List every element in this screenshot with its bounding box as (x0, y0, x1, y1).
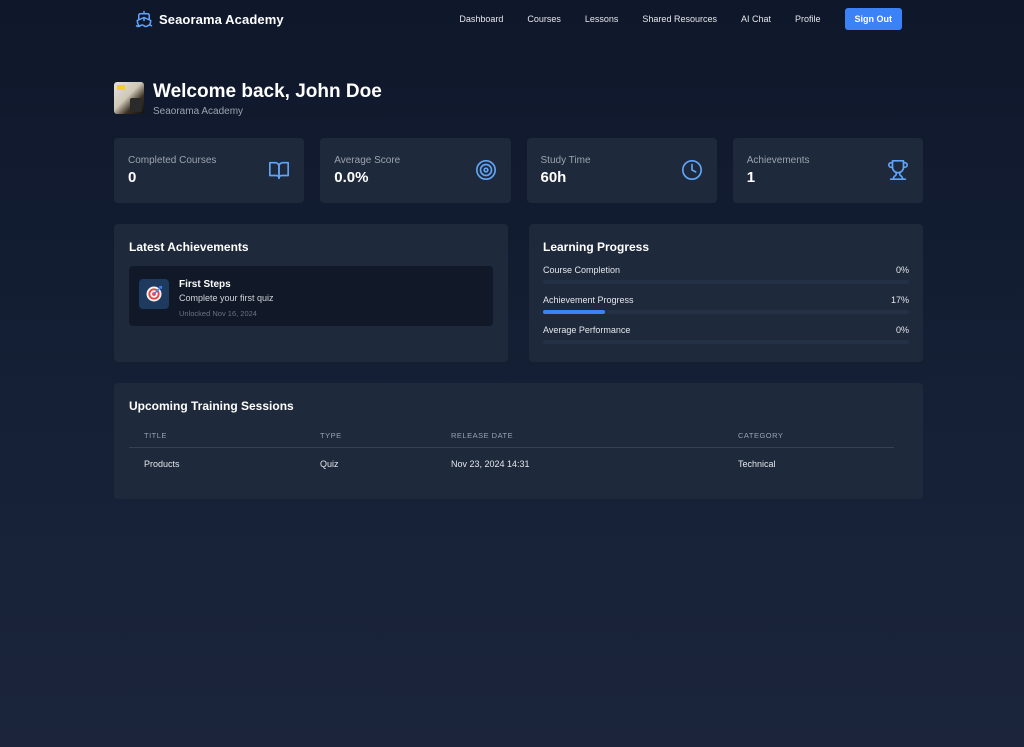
achievement-date: Unlocked Nov 16, 2024 (179, 309, 257, 318)
upcoming-sessions-panel: Upcoming Training Sessions TITLE TYPE RE… (114, 383, 923, 499)
progress-value: 17% (890, 295, 909, 305)
nav-link-dashboard[interactable]: Dashboard (459, 14, 503, 24)
navbar: Seaorama Academy Dashboard Courses Lesso… (0, 0, 1024, 38)
stat-value: 60h (540, 169, 567, 186)
cell-type: Quiz (320, 459, 339, 469)
achievement-description: Complete your first quiz (179, 293, 274, 303)
column-header-title[interactable]: TITLE (129, 431, 305, 448)
nav-link-courses[interactable]: Courses (527, 14, 561, 24)
stat-card-study-time: Study Time 60h (526, 138, 717, 203)
page-title: Welcome back, John Doe (153, 81, 382, 102)
stats-row: Completed Courses 0 Average Score 0.0% S… (114, 138, 923, 203)
ship-logo-icon (135, 10, 153, 28)
panel-title: Latest Achievements (129, 240, 249, 254)
cell-release-date: Nov 23, 2024 14:31 (451, 459, 530, 469)
column-header-category[interactable]: CATEGORY (723, 431, 894, 448)
panel-title: Upcoming Training Sessions (129, 399, 294, 413)
stat-value: 0.0% (334, 169, 369, 186)
clock-icon (681, 160, 702, 180)
stat-label: Average Score (334, 155, 401, 166)
target-icon (475, 160, 496, 180)
achievement-name: First Steps (179, 279, 231, 290)
progress-track (543, 340, 909, 344)
progress-row-course-completion: Course Completion 0% (543, 265, 909, 284)
table-header-row: TITLE TYPE RELEASE DATE CATEGORY (129, 431, 894, 448)
latest-achievements-panel: Latest Achievements First Steps Complete… (114, 224, 508, 362)
nav-link-ai-chat[interactable]: AI Chat (741, 14, 771, 24)
column-header-type[interactable]: TYPE (305, 431, 436, 448)
stat-label: Study Time (540, 155, 591, 166)
progress-label: Course Completion (543, 265, 621, 275)
progress-row-average-performance: Average Performance 0% (543, 325, 909, 344)
brand[interactable]: Seaorama Academy (135, 9, 284, 29)
progress-label: Average Performance (543, 325, 631, 335)
cell-category: Technical (738, 459, 776, 469)
progress-track (543, 280, 909, 284)
progress-fill (543, 310, 606, 314)
progress-value: 0% (895, 265, 909, 275)
page-subtitle: Seaorama Academy (153, 106, 244, 117)
stat-card-achievements: Achievements 1 (732, 138, 923, 203)
stat-value: 0 (128, 169, 137, 186)
sign-out-button[interactable]: Sign Out (844, 8, 902, 30)
panel-title: Learning Progress (543, 240, 650, 254)
brand-name: Seaorama Academy (159, 11, 284, 27)
nav-link-lessons[interactable]: Lessons (585, 14, 619, 24)
progress-track (543, 310, 909, 314)
column-header-release-date[interactable]: RELEASE DATE (436, 431, 723, 448)
progress-value: 0% (895, 325, 909, 335)
welcome-header: Welcome back, John Doe Seaorama Academy (114, 81, 382, 117)
stat-card-average-score: Average Score 0.0% (320, 138, 511, 203)
stat-label: Completed Courses (128, 155, 217, 166)
stat-label: Achievements (746, 155, 810, 166)
stat-card-completed-courses: Completed Courses 0 (114, 138, 305, 203)
progress-row-achievement-progress: Achievement Progress 17% (543, 295, 909, 314)
sessions-table: TITLE TYPE RELEASE DATE CATEGORY Product… (129, 431, 894, 480)
nav-link-profile[interactable]: Profile (795, 14, 821, 24)
stat-value: 1 (746, 169, 756, 186)
nav-link-shared-resources[interactable]: Shared Resources (642, 14, 717, 24)
trophy-icon (888, 160, 908, 180)
learning-progress-panel: Learning Progress Course Completion 0% A… (529, 224, 923, 362)
nav-links: Dashboard Courses Lessons Shared Resourc… (459, 8, 902, 30)
book-icon (269, 161, 290, 180)
table-row[interactable]: Products Quiz Nov 23, 2024 14:31 Technic… (129, 448, 894, 481)
dart-target-icon (139, 279, 169, 309)
progress-label: Achievement Progress (543, 295, 634, 305)
avatar[interactable] (114, 82, 144, 114)
achievement-item[interactable]: First Steps Complete your first quiz Unl… (129, 266, 493, 326)
cell-title: Products (144, 459, 180, 469)
